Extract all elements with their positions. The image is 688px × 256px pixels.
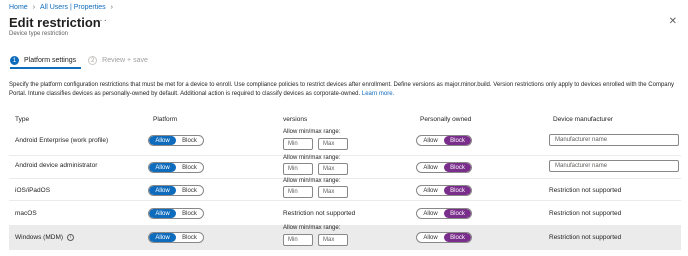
min-version-input[interactable]: Min: [283, 186, 313, 198]
versions-not-supported: Restriction not supported: [283, 210, 356, 217]
allow-option[interactable]: Allow: [149, 209, 176, 218]
chevron-right-icon: ›: [32, 4, 36, 11]
chevron-right-icon: ›: [110, 4, 113, 11]
row-type-label: Windows (MDM) i: [15, 234, 75, 241]
manufacturer-not-supported: Restriction not supported: [549, 187, 622, 194]
version-range-label: Allow min/max range:: [283, 129, 341, 135]
manufacturer-input[interactable]: Manufacturer name: [549, 134, 679, 146]
block-option[interactable]: Block: [176, 163, 203, 172]
row-type-text: Windows (MDM): [15, 234, 64, 241]
tab-platform-settings[interactable]: 1 Platform settings: [10, 56, 76, 65]
block-option[interactable]: Block: [176, 186, 203, 195]
block-option[interactable]: Block: [176, 136, 203, 145]
more-options-icon[interactable]: ···: [95, 15, 108, 26]
personally-owned-toggle[interactable]: Allow Block: [416, 162, 472, 173]
page-subtitle: Device type restriction: [9, 31, 69, 37]
step-label: Platform settings: [24, 57, 77, 64]
table-row: iOS/iPadOS Allow Block Allow min/max ran…: [9, 178, 681, 201]
column-header-platform: Platform: [153, 116, 178, 123]
allow-option[interactable]: Allow: [149, 163, 176, 172]
breadcrumb-properties-link[interactable]: All Users | Properties: [40, 4, 106, 11]
manufacturer-input[interactable]: Manufacturer name: [549, 160, 679, 172]
step-label: Review + save: [102, 57, 148, 64]
table-row: Windows (MDM) i Allow Block Allow min/ma…: [9, 225, 681, 250]
block-option[interactable]: Block: [444, 163, 471, 172]
platform-toggle[interactable]: Allow Block: [148, 135, 204, 146]
row-type-label: macOS: [15, 210, 37, 217]
manufacturer-not-supported: Restriction not supported: [549, 210, 622, 217]
min-version-input[interactable]: Min: [283, 138, 313, 150]
block-option[interactable]: Block: [176, 209, 203, 218]
platform-toggle[interactable]: Allow Block: [148, 208, 204, 219]
active-step-indicator: [10, 67, 81, 69]
personally-owned-toggle[interactable]: Allow Block: [416, 208, 472, 219]
block-option[interactable]: Block: [444, 186, 471, 195]
min-version-input[interactable]: Min: [283, 163, 313, 175]
column-header-type: Type: [15, 116, 30, 123]
description-body: Specify the platform configuration restr…: [9, 82, 674, 97]
personally-owned-toggle[interactable]: Allow Block: [416, 232, 472, 243]
column-header-personally-owned: Personally owned: [420, 116, 472, 123]
allow-option[interactable]: Allow: [149, 136, 176, 145]
page-title: Edit restriction: [9, 15, 101, 30]
table-row: Android Enterprise (work profile) Allow …: [9, 126, 681, 156]
version-range-label: Allow min/max range:: [283, 155, 341, 161]
breadcrumb: Home › All Users | Properties ›: [9, 4, 118, 11]
breadcrumb-home-link[interactable]: Home: [9, 4, 28, 11]
row-type-label: Android Enterprise (work profile): [15, 137, 109, 144]
min-version-input[interactable]: Min: [283, 234, 313, 246]
personally-owned-toggle[interactable]: Allow Block: [416, 135, 472, 146]
learn-more-link[interactable]: Learn more.: [362, 91, 394, 97]
info-icon[interactable]: i: [67, 234, 75, 241]
row-type-label: iOS/iPadOS: [15, 187, 51, 194]
wizard-steps: 1 Platform settings 2 Review + save: [10, 56, 148, 65]
allow-option[interactable]: Allow: [417, 233, 444, 242]
max-version-input[interactable]: Max: [318, 234, 348, 246]
block-option[interactable]: Block: [444, 209, 471, 218]
personally-owned-toggle[interactable]: Allow Block: [416, 185, 472, 196]
table-row: Android device administrator Allow Block…: [9, 155, 681, 179]
step-number-badge: 1: [10, 56, 19, 65]
allow-option[interactable]: Allow: [149, 186, 176, 195]
max-version-input[interactable]: Max: [318, 186, 348, 198]
close-icon[interactable]: ✕: [669, 16, 677, 27]
description-text: Specify the platform configuration restr…: [9, 81, 681, 99]
allow-option[interactable]: Allow: [417, 136, 444, 145]
platform-toggle[interactable]: Allow Block: [148, 232, 204, 243]
allow-option[interactable]: Allow: [417, 186, 444, 195]
platform-toggle[interactable]: Allow Block: [148, 162, 204, 173]
version-range-label: Allow min/max range:: [283, 225, 341, 231]
allow-option[interactable]: Allow: [417, 209, 444, 218]
tab-review-save[interactable]: 2 Review + save: [88, 56, 148, 65]
platform-toggle[interactable]: Allow Block: [148, 185, 204, 196]
column-header-device-manufacturer: Device manufacturer: [553, 116, 613, 123]
max-version-input[interactable]: Max: [318, 138, 348, 150]
block-option[interactable]: Block: [176, 233, 203, 242]
block-option[interactable]: Block: [444, 136, 471, 145]
table-row: macOS Allow Block Restriction not suppor…: [9, 201, 681, 226]
version-range-label: Allow min/max range:: [283, 178, 341, 184]
manufacturer-not-supported: Restriction not supported: [549, 234, 622, 241]
allow-option[interactable]: Allow: [417, 163, 444, 172]
row-type-label: Android device administrator: [15, 162, 98, 169]
step-number-badge: 2: [88, 56, 98, 65]
max-version-input[interactable]: Max: [318, 163, 348, 175]
block-option[interactable]: Block: [444, 233, 471, 242]
column-header-versions: versions: [283, 116, 308, 123]
allow-option[interactable]: Allow: [149, 233, 176, 242]
